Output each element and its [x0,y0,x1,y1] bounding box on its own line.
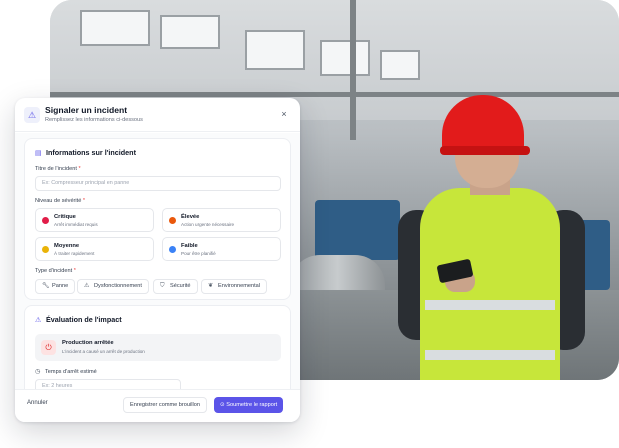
type-chip-environnemental[interactable]: ❦ Environnemental [201,279,267,294]
downtime-input[interactable]: Ex: 2 heures [35,379,181,389]
modal-subtitle: Remplissez les informations ci-dessous [45,117,143,123]
severity-option-moyenne[interactable]: Moyenne À traiter rapidement [35,237,154,261]
section-title-text: Évaluation de l'impact [46,315,122,324]
window [320,40,370,76]
modal-footer: Annuler Enregistrer comme brouillon ⊙ So… [15,389,300,422]
severity-desc: À traiter rapidement [54,251,95,256]
warning-icon: ⚠ [84,283,90,289]
vest-stripe [425,350,555,360]
impact-name: Production arrêtée [62,340,114,346]
warning-icon: ⚠ [24,107,40,123]
cancel-button[interactable]: Annuler [27,400,48,406]
window [380,50,420,80]
hard-hat-brim [440,146,530,155]
document-icon: ▤ [35,150,42,157]
downtime-label-text: Temps d'arrêt estimé [45,369,97,375]
severity-label-text: Niveau de sévérité [35,198,82,204]
title-label-text: Titre de l'incident [35,166,77,172]
close-icon[interactable]: × [278,108,290,120]
modal-header: ⚠ Signaler un incident Remplissez les in… [15,98,300,132]
modal-body[interactable]: ▤ Informations sur l'incident Titre de l'… [15,133,300,389]
section-title: ▤ Informations sur l'incident [35,148,136,157]
roof-beam [50,92,619,97]
severity-name: Élevée [181,214,200,220]
incident-report-modal: ⚠ Signaler un incident Remplissez les in… [15,98,300,422]
warning-icon: ⚠ [35,317,42,324]
severity-dot [42,217,49,224]
vest-stripe [425,300,555,310]
production-stopped-toggle[interactable]: ⏻ Production arrêtée L'incident a causé … [35,334,281,361]
window [245,30,305,70]
column [350,0,356,140]
severity-dot [42,246,49,253]
impact-desc: L'incident a causé un arrêt de productio… [62,349,145,354]
impact-card: ⚠ Évaluation de l'impact ⏻ Production arr… [24,305,291,389]
severity-name: Faible [181,243,198,249]
incident-title-input[interactable]: Ex: Compresseur principal en panne [35,176,281,191]
severity-option-critique[interactable]: Critique Arrêt immédiat requis [35,208,154,232]
type-label-text: Type d'incident [35,268,73,274]
severity-option-faible[interactable]: Faible Pour être planifié [162,237,281,261]
chip-label: Panne [52,283,69,289]
power-icon: ⏻ [41,340,56,355]
severity-dot [169,217,176,224]
required-mark: * [73,268,76,274]
required-mark: * [82,198,86,204]
severity-label: Niveau de sévérité * [35,198,85,204]
severity-desc: Arrêt immédiat requis [54,222,98,227]
severity-desc: Pour être planifié [181,251,216,256]
save-draft-button[interactable]: Enregistrer comme brouillon [123,397,207,413]
chip-label: Sécurité [170,283,191,289]
submit-label: Soumettre le rapport [226,402,278,408]
section-title: ⚠ Évaluation de l'impact [35,315,122,324]
wrench-icon: 🔧︎ [42,283,50,289]
type-chip-securite[interactable]: ⛉ Sécurité [153,279,198,294]
type-chip-panne[interactable]: 🔧︎ Panne [35,279,76,294]
severity-name: Critique [54,214,76,220]
clock-icon: ◷ [35,369,41,375]
chip-label: Environnemental [218,283,260,289]
type-label: Type d'incident * [35,268,76,274]
type-chip-dysfonctionnement[interactable]: ⚠ Dysfonctionnement [77,279,149,294]
chip-label: Dysfonctionnement [94,283,142,289]
window [160,15,220,49]
incident-info-card: ▤ Informations sur l'incident Titre de l'… [24,138,291,300]
severity-option-elevee[interactable]: Élevée Action urgente nécessaire [162,208,281,232]
window [80,10,150,46]
machine [315,200,400,260]
leaf-icon: ❦ [208,283,214,289]
severity-dot [169,246,176,253]
required-mark: * [78,166,81,172]
title-label: Titre de l'incident * [35,166,81,172]
modal-title: Signaler un incident [45,105,128,115]
shield-icon: ⛉ [160,283,165,289]
section-title-text: Informations sur l'incident [46,148,136,157]
severity-name: Moyenne [54,243,80,249]
severity-desc: Action urgente nécessaire [181,222,235,227]
downtime-label: ◷ Temps d'arrêt estimé [35,368,97,375]
submit-report-button[interactable]: ⊙ Soumettre le rapport [214,397,284,413]
